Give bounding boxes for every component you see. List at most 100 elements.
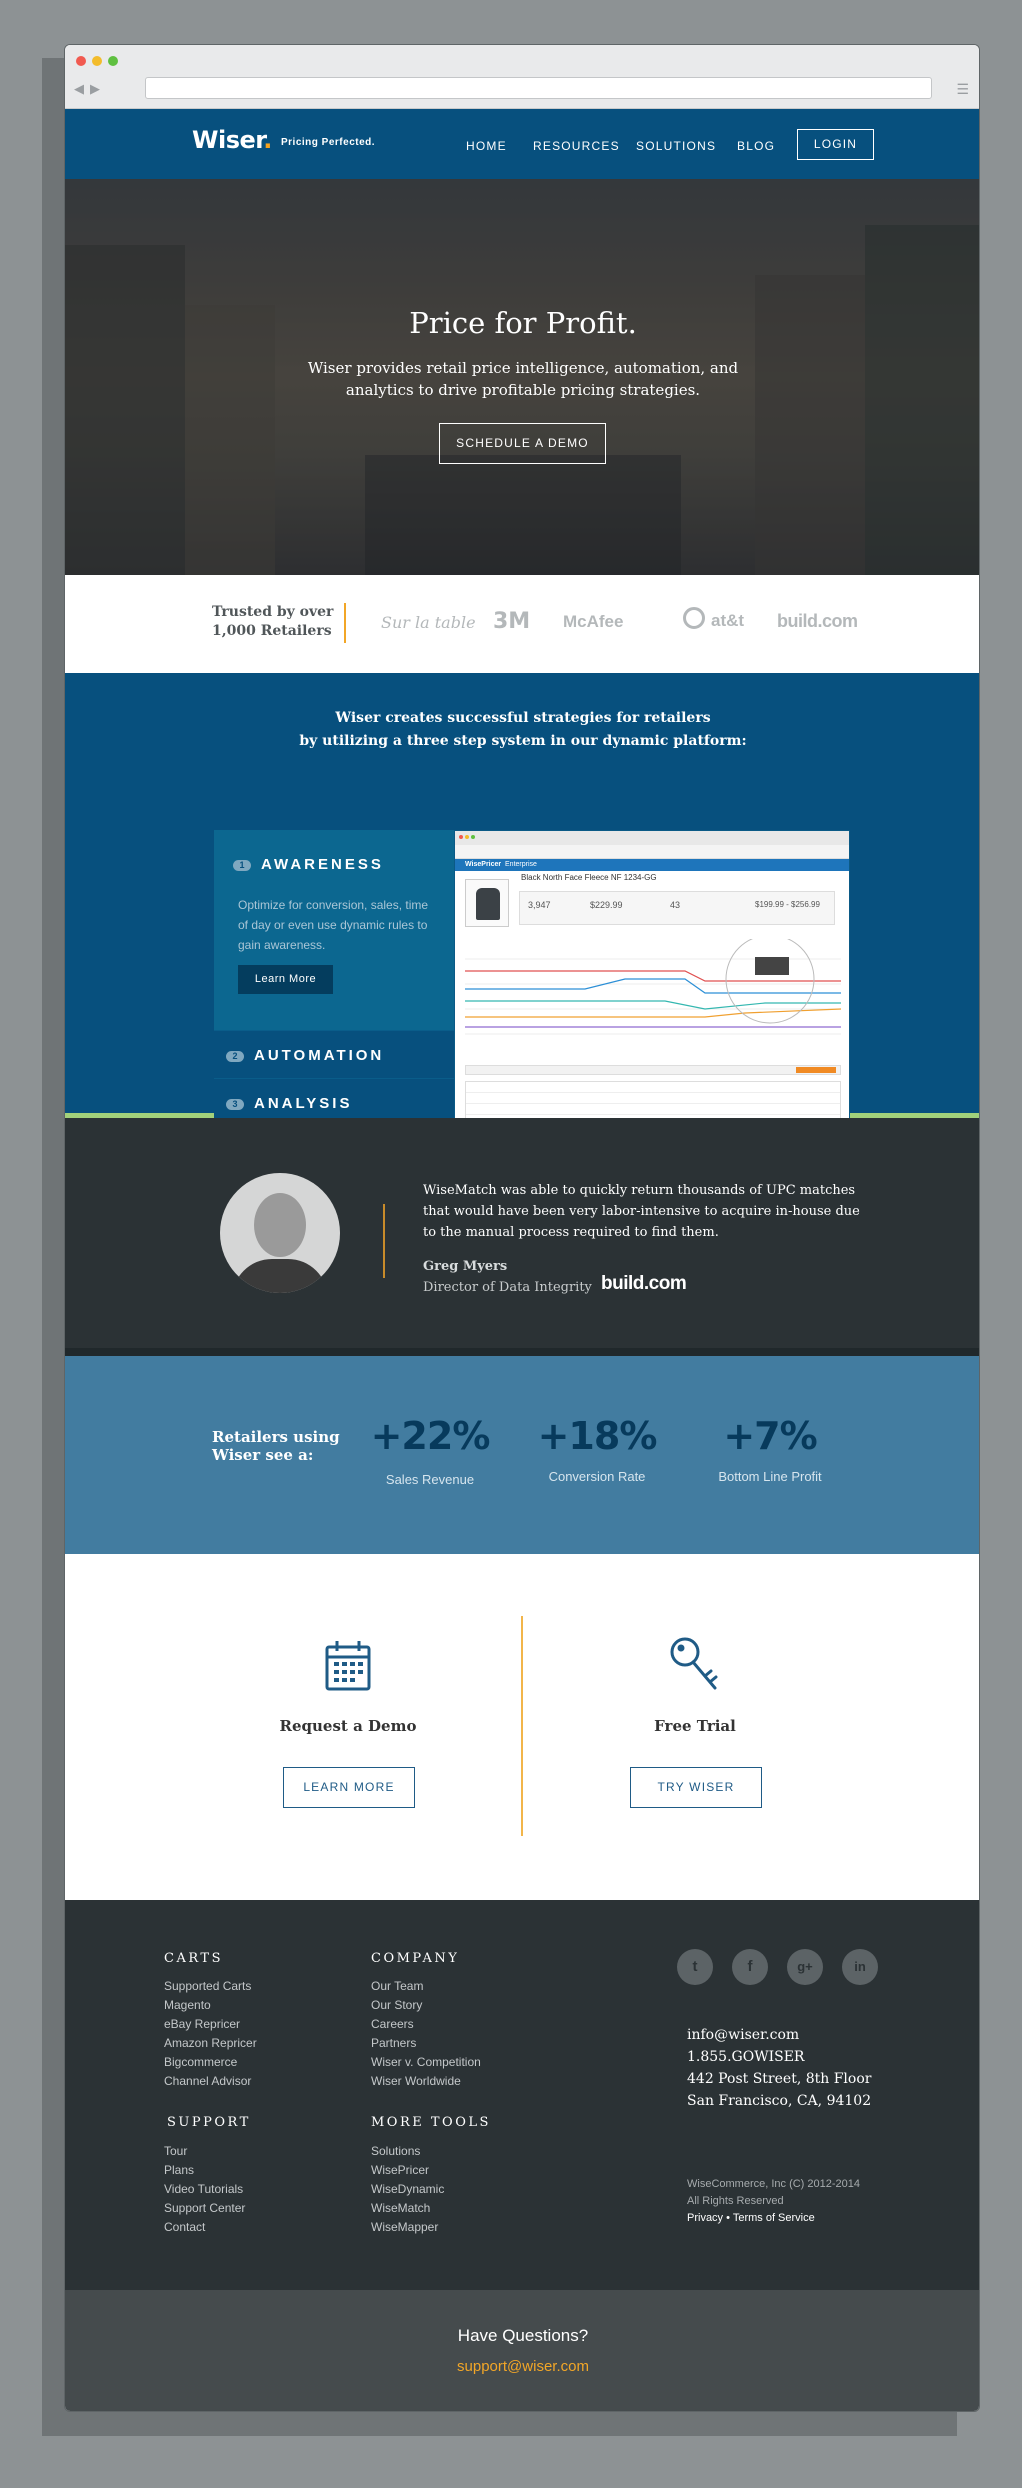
footer-link[interactable]: Video Tutorials bbox=[164, 2180, 245, 2199]
twitter-icon[interactable]: t bbox=[677, 1949, 713, 1985]
footer-link[interactable]: Our Team bbox=[371, 1977, 481, 1996]
minimize-window-button[interactable] bbox=[92, 56, 102, 66]
footer-link[interactable]: Amazon Repricer bbox=[164, 2034, 257, 2053]
footer-heading-company: COMPANY bbox=[371, 1951, 460, 1966]
google-plus-icon[interactable]: g+ bbox=[787, 1949, 823, 1985]
screenshot-dot bbox=[471, 835, 475, 839]
trusted-by-section: Trusted by over 1,000 Retailers Sur la ta… bbox=[65, 575, 979, 673]
nav-resources[interactable]: RESOURCES bbox=[533, 139, 620, 153]
privacy-link[interactable]: Privacy bbox=[687, 2212, 723, 2224]
avatar-shoulders bbox=[232, 1259, 328, 1293]
schedule-demo-button[interactable]: SCHEDULE A DEMO bbox=[439, 423, 606, 464]
footer-link[interactable]: Magento bbox=[164, 1996, 257, 2015]
platform-heading: Wiser creates successful strategies for … bbox=[65, 707, 979, 753]
legal-links: Privacy • Terms of Service bbox=[687, 2212, 815, 2224]
learn-more-cta-button[interactable]: LEARN MORE bbox=[283, 1767, 415, 1808]
screenshot-metrics: 3,947 $229.99 43 $199.99 - $256.99 bbox=[519, 891, 835, 925]
step-number-badge: 2 bbox=[226, 1050, 244, 1062]
nav-blog[interactable]: BLOG bbox=[737, 139, 775, 153]
step-awareness-title[interactable]: 1 AWARENESS bbox=[233, 856, 384, 873]
footer-company-list: Our Team Our Story Careers Partners Wise… bbox=[371, 1977, 481, 2091]
browser-menu-icon[interactable]: ☰ bbox=[956, 81, 969, 98]
copyright-line1: WiseCommerce, Inc (C) 2012-2014 bbox=[687, 2178, 861, 2190]
footer-link[interactable]: Wiser v. Competition bbox=[371, 2053, 481, 2072]
footer-link[interactable]: WiseMatch bbox=[371, 2199, 444, 2218]
footer-support-list: Tour Plans Video Tutorials Support Cente… bbox=[164, 2142, 245, 2237]
footer-link[interactable]: Careers bbox=[371, 2015, 481, 2034]
step-automation[interactable]: 2 AUTOMATION bbox=[214, 1030, 454, 1078]
platform-heading-line2: by utilizing a three step system in our … bbox=[299, 733, 747, 749]
testimonial-role: Director of Data Integrity bbox=[423, 1280, 592, 1295]
screenshot-action-button bbox=[796, 1067, 836, 1073]
screenshot-metric: 3,947 bbox=[528, 900, 551, 910]
footer-link[interactable]: Channel Advisor bbox=[164, 2072, 257, 2091]
avatar-face bbox=[254, 1193, 306, 1257]
screenshot-toolbar bbox=[465, 1065, 841, 1075]
wiser-logo[interactable]: Wiser. bbox=[192, 126, 272, 154]
footer-link[interactable]: Plans bbox=[164, 2161, 245, 2180]
trusted-text: Trusted by over 1,000 Retailers bbox=[212, 603, 333, 641]
testimonial-quote: WiseMatch was able to quickly return tho… bbox=[423, 1183, 860, 1240]
stats-section: Retailers using Wiser see a: +22% Sales R… bbox=[65, 1356, 979, 1554]
testimonial-section: WiseMatch was able to quickly return tho… bbox=[65, 1118, 979, 1356]
brand-logo-att: at&t bbox=[711, 611, 745, 630]
nav-home[interactable]: HOME bbox=[466, 139, 507, 153]
questions-heading: Have Questions? bbox=[457, 2326, 589, 2345]
footer-heading-more-tools: MORE TOOLS bbox=[371, 2115, 491, 2130]
footer-link[interactable]: eBay Repricer bbox=[164, 2015, 257, 2034]
terms-link[interactable]: Terms of Service bbox=[733, 2212, 815, 2224]
footer-tools-list: Solutions WisePricer WiseDynamic WiseMat… bbox=[371, 2142, 444, 2237]
linkedin-icon[interactable]: in bbox=[842, 1949, 878, 1985]
stat-profit-label: Bottom Line Profit bbox=[718, 1469, 822, 1484]
footer-link[interactable]: Partners bbox=[371, 2034, 481, 2053]
back-forward-icon[interactable]: ◀▶ bbox=[74, 81, 106, 97]
footer-link[interactable]: Tour bbox=[164, 2142, 245, 2161]
screenshot-chart bbox=[465, 939, 841, 1035]
platform-section: Wiser creates successful strategies for … bbox=[65, 673, 979, 1131]
stat-conversion-label: Conversion Rate bbox=[548, 1469, 646, 1484]
product-screenshot: WisePricer Enterprise Black North Face F… bbox=[454, 830, 850, 1131]
footer-link[interactable]: WiseDynamic bbox=[371, 2180, 444, 2199]
screenshot-price-range: $199.99 - $256.99 bbox=[755, 900, 820, 909]
support-email-link[interactable]: support@wiser.com bbox=[65, 2358, 979, 2375]
footer-link[interactable]: Bigcommerce bbox=[164, 2053, 257, 2072]
footer-link[interactable]: Solutions bbox=[371, 2142, 444, 2161]
screenshot-urlbar bbox=[455, 845, 849, 859]
close-window-button[interactable] bbox=[76, 56, 86, 66]
facebook-icon[interactable]: f bbox=[732, 1949, 768, 1985]
learn-more-button[interactable]: Learn More bbox=[238, 965, 333, 994]
maximize-window-button[interactable] bbox=[108, 56, 118, 66]
footer-link[interactable]: Contact bbox=[164, 2218, 245, 2237]
contact-address-line1: 442 Post Street, 8th Floor bbox=[687, 2071, 872, 2087]
logo-text: Wiser bbox=[192, 126, 264, 154]
request-demo-title: Request a Demo bbox=[279, 1717, 417, 1735]
browser-chrome: ◀▶ ☰ bbox=[65, 45, 979, 109]
footer-link[interactable]: Supported Carts bbox=[164, 1977, 257, 1996]
nav-solutions[interactable]: SOLUTIONS bbox=[636, 139, 716, 153]
brand-logo-surlatable: Sur la table bbox=[381, 613, 476, 632]
trusted-divider bbox=[344, 603, 346, 643]
footer-link[interactable]: WisePricer bbox=[371, 2161, 444, 2180]
footer-link[interactable]: Our Story bbox=[371, 1996, 481, 2015]
free-trial-title: Free Trial bbox=[654, 1717, 736, 1735]
copyright: WiseCommerce, Inc (C) 2012-2014 All Righ… bbox=[687, 2176, 860, 2210]
screenshot-price: $229.99 bbox=[590, 900, 623, 910]
footer-carts-list: Supported Carts Magento eBay Repricer Am… bbox=[164, 1977, 257, 2091]
footer-link[interactable]: WiseMapper bbox=[371, 2218, 444, 2237]
stat-profit-value: +7% bbox=[723, 1414, 817, 1458]
jacket-image bbox=[476, 888, 500, 920]
hero-title: Price for Profit. bbox=[409, 306, 637, 340]
key-icon bbox=[670, 1637, 718, 1690]
footer-heading-carts: CARTS bbox=[164, 1951, 223, 1966]
screenshot-edition: Enterprise bbox=[505, 861, 537, 868]
footer-link[interactable]: Support Center bbox=[164, 2199, 245, 2218]
login-button[interactable]: LOGIN bbox=[797, 129, 874, 160]
footer-heading-support: SUPPORT bbox=[167, 2115, 251, 2130]
footer-link[interactable]: Wiser Worldwide bbox=[371, 2072, 481, 2091]
awareness-description: Optimize for conversion, sales, time of … bbox=[238, 898, 429, 952]
address-bar[interactable] bbox=[145, 77, 932, 99]
try-wiser-button[interactable]: TRY WISER bbox=[630, 1767, 762, 1808]
contact-email[interactable]: info@wiser.com bbox=[687, 2024, 871, 2046]
copyright-line2: All Rights Reserved bbox=[687, 2195, 784, 2207]
testimonial-company-logo: build.com bbox=[601, 1273, 687, 1294]
